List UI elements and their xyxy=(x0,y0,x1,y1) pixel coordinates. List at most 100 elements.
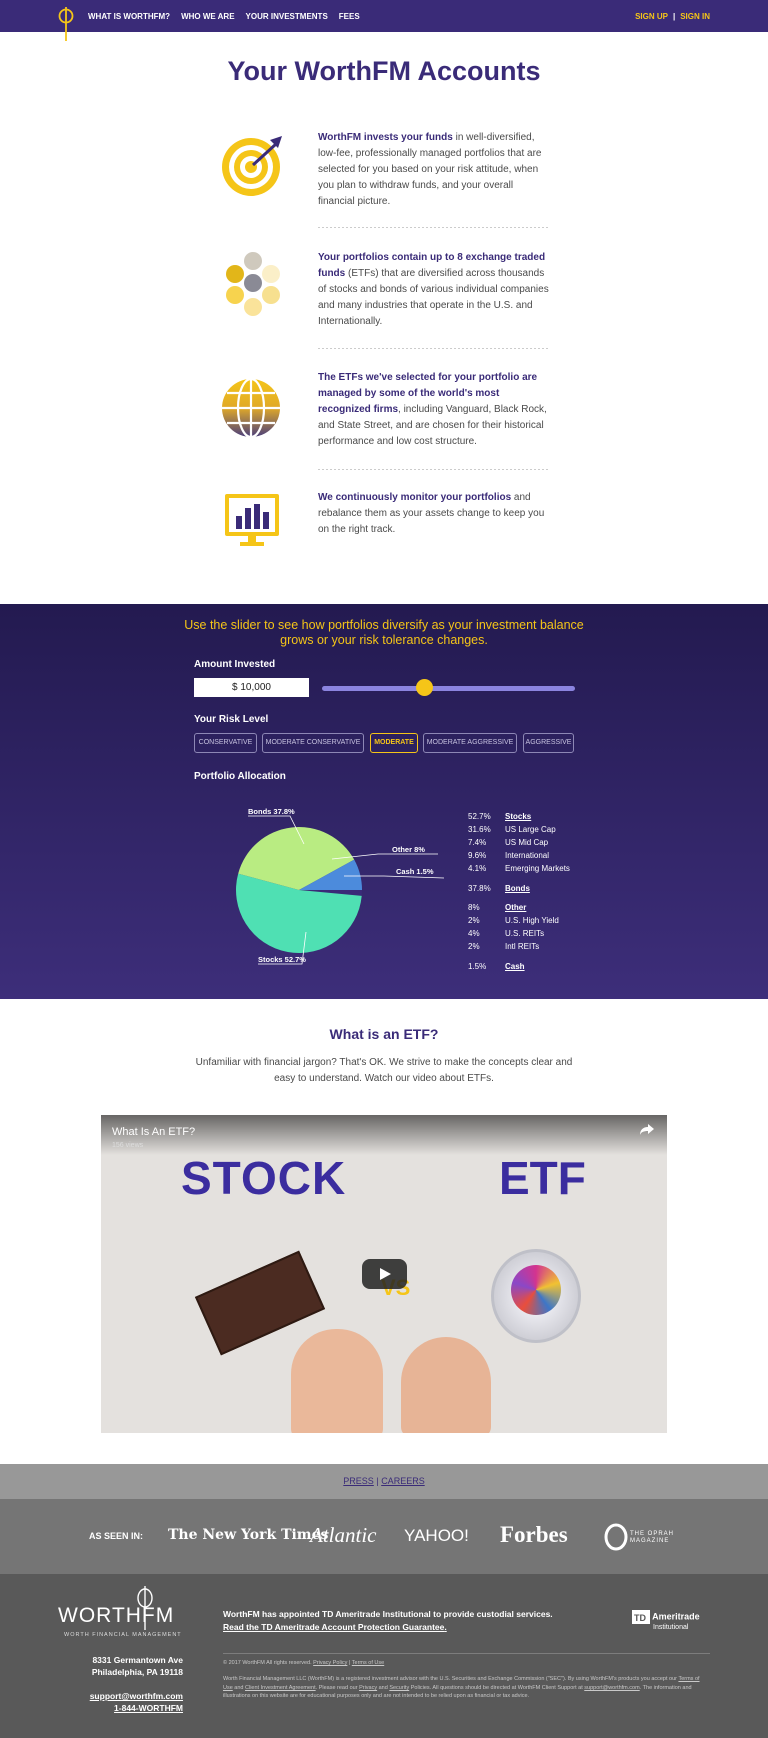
hand-image xyxy=(291,1329,383,1433)
legend-value: 9.6% xyxy=(468,851,487,860)
allocation-label: Portfolio Allocation xyxy=(194,771,286,782)
legend-name[interactable]: Cash xyxy=(505,962,525,971)
nav-what-is-worthfm[interactable]: WHAT IS WORTHFM? xyxy=(88,12,170,21)
divider xyxy=(318,348,550,349)
risk-moderate-aggressive-button[interactable]: MODERATE AGGRESSIVE xyxy=(423,733,517,753)
page-title: Your WorthFM Accounts xyxy=(227,56,541,86)
slider-heading: Use the slider to see how portfolios div… xyxy=(184,618,584,647)
as-seen-in-bar: AS SEEN IN: The New York Times Atlantic … xyxy=(0,1499,768,1574)
legal-privacy-link[interactable]: Privacy xyxy=(359,1685,377,1691)
terms-of-use-link[interactable]: Terms of Use xyxy=(352,1660,384,1666)
legend-value: 52.7% xyxy=(468,812,491,821)
atlantic-logo: Atlantic xyxy=(310,1523,377,1547)
nav-fees[interactable]: FEES xyxy=(339,12,360,21)
video-title[interactable]: What Is An ETF? xyxy=(112,1126,195,1138)
feature-text: The ETFs we've selected for your portfol… xyxy=(318,372,547,447)
legend-name: Intl REITs xyxy=(505,942,540,951)
forbes-logo: Forbes xyxy=(500,1522,568,1547)
oprah-logo: THE OPRAH MAGAZINE xyxy=(630,1531,675,1544)
footer-phone-link[interactable]: 1-844-WORTHFM xyxy=(90,1702,183,1714)
feature-managers: The ETFs we've selected for your portfol… xyxy=(218,370,550,450)
oprah-o-icon xyxy=(604,1523,628,1551)
sign-in-link[interactable]: SIGN IN xyxy=(680,12,710,21)
legend-name[interactable]: Bonds xyxy=(505,884,530,893)
legend-value: 4.1% xyxy=(468,864,487,873)
legend-name: US Mid Cap xyxy=(505,838,549,847)
auth-separator: | xyxy=(672,12,676,21)
feature-text: Your portfolios contain up to 8 exchange… xyxy=(318,252,549,327)
sign-up-link[interactable]: SIGN UP xyxy=(635,12,668,21)
nav-who-we-are[interactable]: WHO WE ARE xyxy=(181,12,234,21)
footer-copyright: © 2017 WorthFM All rights reserved. Priv… xyxy=(223,1660,385,1666)
video-word-etf: ETF xyxy=(499,1152,586,1204)
press-separator: | xyxy=(376,1476,379,1486)
as-seen-in-label: AS SEEN IN: xyxy=(89,1531,144,1541)
share-icon[interactable] xyxy=(639,1123,655,1137)
globe-icon xyxy=(222,377,280,439)
video-views: 156 views xyxy=(112,1142,144,1149)
risk-aggressive-button[interactable]: AGGRESSIVE xyxy=(523,733,574,753)
legend-name: US Large Cap xyxy=(505,825,556,834)
footer-brand-name: WORTHFM xyxy=(58,1604,175,1627)
play-icon xyxy=(380,1268,391,1280)
pie-label-bonds: Bonds 37.8% xyxy=(248,807,295,816)
privacy-policy-link[interactable]: Privacy Policy xyxy=(313,1660,347,1666)
pie-label-other: Other 8% xyxy=(392,845,425,854)
legend-name[interactable]: Other xyxy=(505,903,526,912)
footer-brand-sub: WORTH FINANCIAL MANAGEMENT xyxy=(64,1632,182,1638)
legal-email-link[interactable]: support@worthfm.com xyxy=(584,1685,639,1691)
td-guarantee-link[interactable]: Read the TD Ameritrade Account Protectio… xyxy=(223,1621,553,1634)
legend-name[interactable]: Stocks xyxy=(505,812,531,821)
legend-name: International xyxy=(505,851,550,860)
legend-value: 37.8% xyxy=(468,884,491,893)
feature-invest: WorthFM invests your funds in well-diver… xyxy=(218,130,550,210)
footer-address: 8331 Germantown Ave Philadelphia, PA 191… xyxy=(91,1655,183,1677)
careers-link[interactable]: CAREERS xyxy=(381,1476,425,1486)
pie-label-cash: Cash 1.5% xyxy=(396,867,434,876)
footer-divider xyxy=(223,1653,710,1654)
amount-slider-track[interactable] xyxy=(322,686,575,691)
monitor-chart-icon xyxy=(225,494,279,546)
amount-input[interactable] xyxy=(194,678,309,697)
candy-image xyxy=(511,1265,561,1315)
footer-legal-text: Worth Financial Management LLC (WorthFM)… xyxy=(223,1676,700,1700)
footer: WORTHFM WORTH FINANCIAL MANAGEMENT 8331 … xyxy=(0,1574,768,1738)
legend-value: 4% xyxy=(468,929,480,938)
play-button[interactable] xyxy=(362,1259,407,1289)
legend-name: U.S. REITs xyxy=(505,929,545,938)
svg-text:TD: TD xyxy=(634,1613,646,1623)
feature-etfs: Your portfolios contain up to 8 exchange… xyxy=(218,250,550,330)
legend-value: 2% xyxy=(468,916,480,925)
feature-text: WorthFM invests your funds in well-diver… xyxy=(318,132,542,207)
amount-slider-thumb[interactable] xyxy=(416,679,433,696)
etf-video-player[interactable]: STOCK ETF VS What Is An ETF? 156 views xyxy=(101,1115,667,1433)
legend-value: 31.6% xyxy=(468,825,491,834)
legend-value: 7.4% xyxy=(468,838,487,847)
etf-title: What is an ETF? xyxy=(329,1026,439,1042)
nav-your-investments[interactable]: YOUR INVESTMENTS xyxy=(246,12,328,21)
legal-agreement-link[interactable]: Client Investment Agreement xyxy=(245,1685,316,1691)
legal-security-link[interactable]: Security xyxy=(389,1685,409,1691)
footer-brand: WORTHFM WORTH FINANCIAL MANAGEMENT xyxy=(58,1586,188,1649)
td-custodial-notice: WorthFM has appointed TD Ameritrade Inst… xyxy=(223,1609,553,1634)
worthfm-logo-icon[interactable] xyxy=(58,7,74,41)
portfolio-slider-section: Use the slider to see how portfolios div… xyxy=(0,604,768,999)
risk-moderate-button[interactable]: MODERATE xyxy=(370,733,418,753)
target-icon xyxy=(222,136,282,196)
allocation-pie-chart: Bonds 37.8% Other 8% Cash 1.5% Stocks 52… xyxy=(236,807,445,965)
footer-email-link[interactable]: support@worthfm.com xyxy=(90,1690,183,1702)
footer-contact: support@worthfm.com 1-844-WORTHFM xyxy=(90,1690,183,1714)
divider xyxy=(318,227,550,228)
risk-conservative-button[interactable]: CONSERVATIVE xyxy=(194,733,257,753)
dots-icon xyxy=(226,252,280,316)
risk-moderate-conservative-button[interactable]: MODERATE CONSERVATIVE xyxy=(262,733,364,753)
video-word-stock: STOCK xyxy=(181,1152,347,1204)
divider xyxy=(318,469,550,470)
legend-name: U.S. High Yield xyxy=(505,916,559,925)
nytimes-logo: The New York Times xyxy=(168,1527,329,1543)
yahoo-logo: YAHOO! xyxy=(404,1526,469,1545)
press-link[interactable]: PRESS xyxy=(343,1476,374,1486)
amount-label: Amount Invested xyxy=(194,659,276,670)
legend-value: 8% xyxy=(468,903,480,912)
legend-name: Emerging Markets xyxy=(505,864,570,873)
